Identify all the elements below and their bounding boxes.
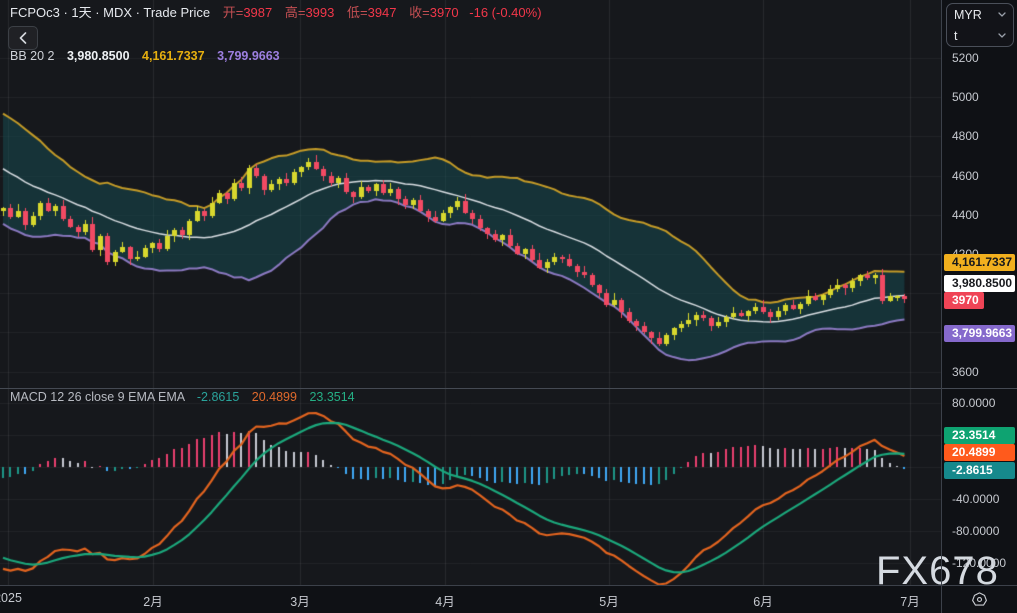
macd-hist-value: -2.8615 <box>197 390 239 404</box>
back-button[interactable] <box>8 26 38 50</box>
time-tick-label: 3月 <box>290 591 309 610</box>
time-tick-label: 2025 <box>0 591 22 605</box>
high-value: 高=3993 <box>285 5 335 20</box>
price-chart-canvas[interactable] <box>0 0 1017 613</box>
time-tick-label: 6月 <box>753 591 772 610</box>
bb-basis-tag: 3,980.8500 <box>944 275 1015 292</box>
unit-dropdown[interactable]: t <box>947 25 1013 46</box>
macd-tick-label: 80.0000 <box>952 395 995 411</box>
close-value: 收=3970 <box>409 5 459 20</box>
bb-lower-value: 3,799.9663 <box>217 49 280 63</box>
price-tick-label: 4600 <box>952 168 979 184</box>
time-tick-label: 7月 <box>900 591 919 610</box>
bb-basis-value: 3,980.8500 <box>67 49 130 63</box>
macd-tick-label: -40.0000 <box>952 491 999 507</box>
unit-value: t <box>954 29 957 43</box>
price-axis[interactable]: 52005000480046004400420040003800360080.0… <box>941 0 1017 613</box>
low-value: 低=3947 <box>347 5 397 20</box>
macd-tick-label: -80.0000 <box>952 523 999 539</box>
time-tick-label: 4月 <box>435 591 454 610</box>
currency-unit-panel: MYR t <box>946 3 1014 47</box>
macd-label: MACD 12 26 close 9 EMA EMA <box>10 390 184 404</box>
currency-value: MYR <box>954 8 982 22</box>
settings-gear-icon <box>971 591 988 608</box>
bb-label: BB 20 2 <box>10 49 54 63</box>
price-tick-label: 4800 <box>952 128 979 144</box>
macd-tick-label: -120.0000 <box>952 555 1006 571</box>
macd-legend: MACD 12 26 close 9 EMA EMA -2.8615 20.48… <box>10 390 355 404</box>
macd-signal-value: 23.3514 <box>309 390 354 404</box>
price-tick-label: 4400 <box>952 207 979 223</box>
bb-upper-tag: 4,161.7337 <box>944 254 1015 271</box>
symbol-title: FCPOc3 · 1天 · MDX · Trade Price <box>10 5 210 20</box>
symbol-legend: FCPOc3 · 1天 · MDX · Trade Price 开=3987 高… <box>10 2 542 21</box>
currency-dropdown[interactable]: MYR <box>947 4 1013 25</box>
time-axis[interactable]: 2025 2月 3月 4月 5月 6月 7月 <box>0 586 1017 613</box>
last-price-tag: 3970 <box>944 292 984 309</box>
chevron-down-icon <box>998 33 1006 38</box>
time-tick-label: 2月 <box>143 591 162 610</box>
chevron-left-icon <box>19 32 27 44</box>
open-value: 开=3987 <box>223 5 273 20</box>
pane-separator[interactable] <box>0 388 1017 389</box>
chevron-down-icon <box>998 12 1006 17</box>
macd-signal-tag: 23.3514 <box>944 427 1015 444</box>
bb-lower-tag: 3,799.9663 <box>944 325 1015 342</box>
price-tick-label: 5000 <box>952 89 979 105</box>
axis-settings-button[interactable] <box>941 586 1017 613</box>
macd-line-value: 20.4899 <box>252 390 297 404</box>
price-tick-label: 3600 <box>952 364 979 380</box>
chart-window: FCPOc3 · 1天 · MDX · Trade Price 开=3987 高… <box>0 0 1017 613</box>
change-value: -16 (-0.40%) <box>469 5 541 20</box>
bb-upper-value: 4,161.7337 <box>142 49 205 63</box>
macd-line-tag: 20.4899 <box>944 444 1015 461</box>
bollinger-legend: BB 20 2 3,980.8500 4,161.7337 3,799.9663 <box>10 49 280 63</box>
price-tick-label: 5200 <box>952 50 979 66</box>
macd-hist-tag: -2.8615 <box>944 462 1015 479</box>
time-tick-label: 5月 <box>599 591 618 610</box>
